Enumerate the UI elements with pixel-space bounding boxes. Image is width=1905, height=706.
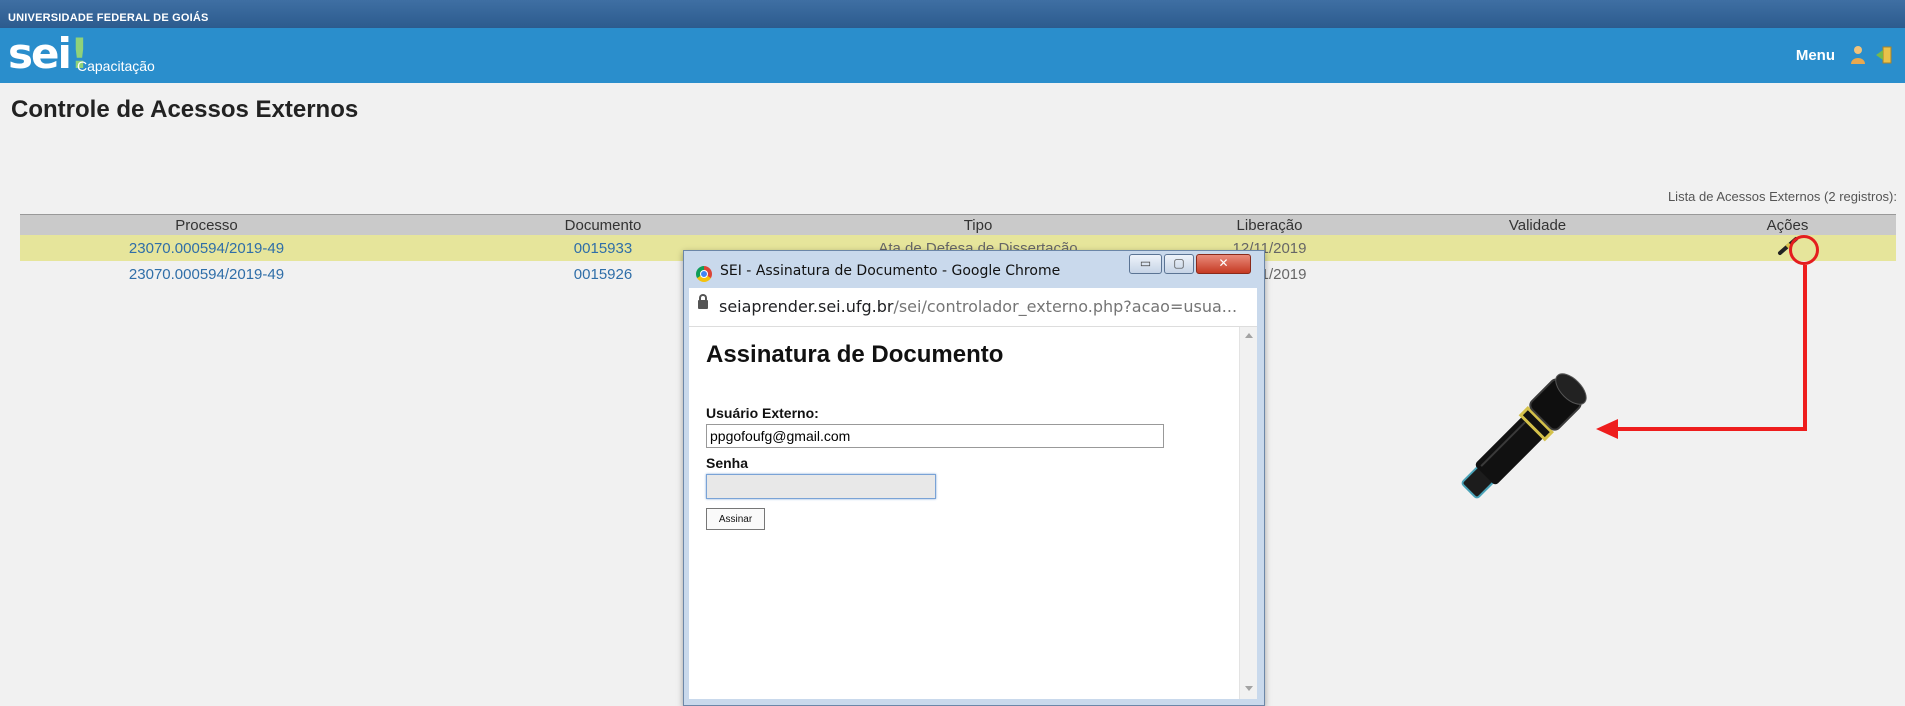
- signature-popup-window[interactable]: SEI - Assinatura de Documento - Google C…: [683, 250, 1265, 706]
- validade-cell: [1396, 235, 1679, 261]
- maximize-icon[interactable]: ▢: [1164, 254, 1194, 274]
- documento-link[interactable]: 0015926: [574, 266, 632, 283]
- documento-link[interactable]: 0015933: [574, 240, 632, 257]
- app-header: sei! Capacitação Menu: [0, 28, 1905, 83]
- acoes-cell: [1679, 261, 1896, 287]
- scroll-up-icon[interactable]: [1245, 333, 1253, 338]
- annotation-arrow-horizontal: [1615, 427, 1807, 431]
- col-tipo: Tipo: [813, 214, 1143, 235]
- validade-cell: [1396, 261, 1679, 287]
- password-input[interactable]: [706, 474, 936, 499]
- annotation-circle: [1789, 235, 1819, 265]
- chrome-icon: [696, 266, 712, 282]
- annotation-arrow-vertical: [1803, 265, 1807, 431]
- table-header-row: Processo Documento Tipo Liberação Valida…: [20, 214, 1896, 235]
- popup-title: SEI - Assinatura de Documento - Google C…: [720, 263, 1061, 279]
- sei-logo[interactable]: sei!: [8, 29, 89, 78]
- enlarged-pen-icon: [1461, 373, 1587, 499]
- menu-button[interactable]: Menu: [1796, 47, 1835, 64]
- minimize-icon[interactable]: ▭: [1129, 254, 1162, 274]
- url-path: /sei/controlador_externo.php?acao=usua..…: [893, 297, 1238, 316]
- password-label: Senha: [706, 455, 749, 471]
- processo-cell: 23070.000594/2019-49: [20, 261, 393, 287]
- sign-button[interactable]: Assinar: [706, 508, 765, 530]
- acoes-cell: [1679, 235, 1896, 261]
- user-icon[interactable]: [1849, 45, 1867, 65]
- user-input[interactable]: [706, 424, 1164, 448]
- institution-name: UNIVERSIDADE FEDERAL DE GOIÁS: [8, 12, 209, 24]
- lock-icon: [698, 294, 708, 309]
- environment-label: Capacitação: [77, 58, 155, 74]
- processo-cell: 23070.000594/2019-49: [20, 235, 393, 261]
- url-host: seiaprender.sei.ufg.br: [719, 297, 894, 316]
- url-text: seiaprender.sei.ufg.br/sei/controlador_e…: [719, 297, 1237, 316]
- processo-link[interactable]: 23070.000594/2019-49: [129, 240, 284, 257]
- popup-content: Assinatura de Documento Usuário Externo:…: [689, 327, 1257, 699]
- user-label: Usuário Externo:: [706, 405, 819, 421]
- col-validade: Validade: [1396, 214, 1679, 235]
- col-liberacao: Liberação: [1143, 214, 1396, 235]
- top-institution-bar: UNIVERSIDADE FEDERAL DE GOIÁS: [0, 0, 1905, 28]
- list-caption: Lista de Acessos Externos (2 registros):: [1667, 189, 1897, 204]
- col-acoes: Ações: [1679, 214, 1896, 235]
- processo-link[interactable]: 23070.000594/2019-49: [129, 266, 284, 283]
- address-bar[interactable]: seiaprender.sei.ufg.br/sei/controlador_e…: [689, 288, 1257, 327]
- page-title: Controle de Acessos Externos: [11, 96, 359, 123]
- col-processo: Processo: [20, 214, 393, 235]
- scroll-down-icon[interactable]: [1245, 686, 1253, 691]
- popup-scrollbar[interactable]: [1239, 327, 1257, 699]
- logo-text: sei: [8, 29, 72, 78]
- close-icon[interactable]: ✕: [1196, 254, 1251, 274]
- popup-heading: Assinatura de Documento: [706, 341, 1004, 368]
- exit-icon[interactable]: [1875, 45, 1893, 65]
- col-documento: Documento: [393, 214, 813, 235]
